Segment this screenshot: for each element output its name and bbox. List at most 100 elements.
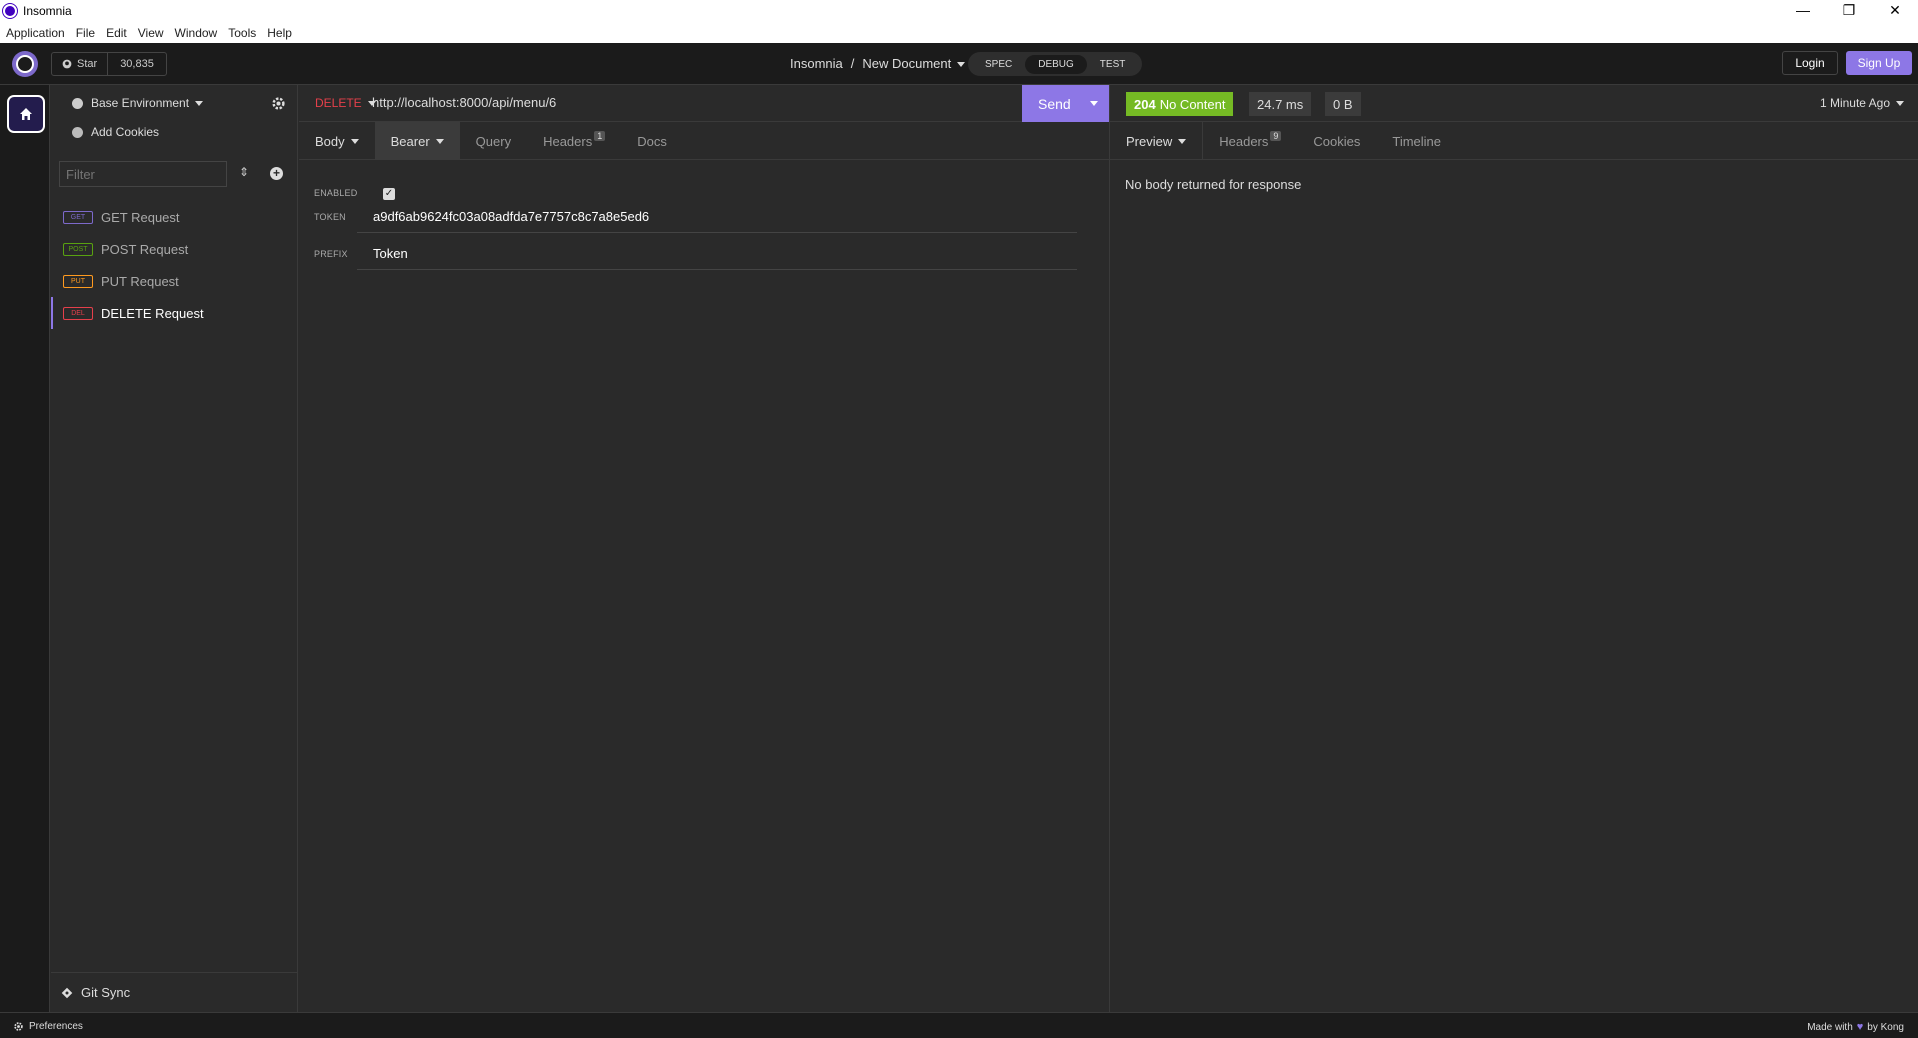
mode-spec[interactable]: SPEC — [972, 59, 1025, 70]
request-name: DELETE Request — [101, 305, 204, 321]
heart-icon: ♥ — [1856, 1021, 1864, 1033]
gear-icon[interactable] — [272, 97, 285, 110]
maximize-button[interactable]: ❐ — [1826, 0, 1872, 22]
status-text: No Content — [1159, 96, 1226, 112]
document-dropdown[interactable]: New Document — [862, 56, 966, 71]
breadcrumb-root[interactable]: Insomnia — [790, 56, 843, 71]
list-item[interactable]: DEL DELETE Request — [51, 297, 297, 329]
tab-preview-label: Preview — [1126, 133, 1173, 149]
tab-timeline-label: Timeline — [1392, 133, 1442, 149]
menu-application[interactable]: Application — [6, 26, 65, 40]
chevron-down-icon — [1178, 138, 1187, 144]
prefix-row: PREFIX Token — [314, 243, 1094, 280]
tab-timeline[interactable]: Timeline — [1376, 122, 1457, 160]
enabled-label: ENABLED — [314, 188, 358, 198]
enabled-checkbox[interactable]: ✓ — [383, 188, 395, 200]
filter-input[interactable] — [59, 161, 227, 187]
environment-name: Base Environment — [91, 96, 190, 110]
mode-debug[interactable]: DEBUG — [1025, 54, 1087, 74]
home-button[interactable] — [7, 95, 45, 133]
send-options-icon[interactable] — [1090, 101, 1098, 106]
tab-response-headers[interactable]: Headers 9 — [1203, 122, 1297, 160]
sidebar: Base Environment Add Cookies ⇕ + GET GET… — [51, 85, 298, 1012]
token-row: TOKEN a9df6ab9624fc03a08adfda7e7757c8c7a… — [314, 206, 1094, 243]
made-with-credit[interactable]: Made with ♥ by Kong — [1807, 1021, 1904, 1033]
send-button[interactable]: Send — [1022, 85, 1109, 122]
chevron-down-icon — [957, 62, 966, 68]
method-badge: GET — [63, 210, 93, 224]
tab-preview[interactable]: Preview — [1110, 122, 1204, 160]
list-item[interactable]: POST POST Request — [51, 233, 297, 265]
breadcrumb: Insomnia / New Document — [790, 56, 966, 71]
prefix-input[interactable]: Token — [357, 246, 1077, 270]
git-sync-button[interactable]: Git Sync — [51, 972, 297, 1012]
chevron-down-icon — [195, 100, 204, 106]
preferences-button[interactable]: Preferences — [14, 1021, 83, 1032]
tab-body[interactable]: Body — [299, 122, 375, 160]
request-name: PUT Request — [101, 273, 179, 289]
list-item[interactable]: PUT PUT Request — [51, 265, 297, 297]
pane-divider[interactable] — [1109, 85, 1110, 1012]
breadcrumb-separator: / — [850, 56, 855, 71]
add-cookies-button[interactable]: Add Cookies — [72, 125, 159, 139]
add-request-icon[interactable]: + — [270, 167, 283, 180]
github-star-widget[interactable]: Star 30,835 — [51, 52, 167, 76]
tab-auth[interactable]: Bearer — [374, 122, 460, 160]
menu-window[interactable]: Window — [175, 26, 218, 40]
response-ago: 1 Minute Ago — [1819, 96, 1890, 110]
minimize-button[interactable]: — — [1780, 0, 1826, 22]
tab-query[interactable]: Query — [460, 122, 527, 160]
cookie-icon — [72, 126, 83, 138]
git-icon — [61, 987, 73, 998]
gear-icon — [14, 1022, 23, 1031]
status-code: 204 — [1134, 96, 1156, 112]
by-kong-label: by Kong — [1867, 1021, 1904, 1033]
url-input[interactable]: http://localhost:8000/api/menu/6 — [372, 95, 556, 110]
menu-view[interactable]: View — [138, 26, 164, 40]
status-badge: 204 No Content — [1126, 92, 1234, 116]
menu-edit[interactable]: Edit — [106, 26, 127, 40]
tab-docs[interactable]: Docs — [621, 122, 683, 160]
token-input[interactable]: a9df6ab9624fc03a08adfda7e7757c8c7a8e5ed6 — [357, 209, 1077, 233]
sort-icon[interactable]: ⇕ — [239, 165, 249, 179]
tab-body-label: Body — [315, 133, 345, 149]
url-bar: DELETE http://localhost:8000/api/menu/6 … — [299, 85, 1109, 122]
close-button[interactable]: ✕ — [1872, 0, 1918, 22]
menu-help[interactable]: Help — [267, 26, 292, 40]
tab-query-label: Query — [475, 133, 512, 149]
request-tabs: Body Bearer Query Headers 1 Docs — [299, 122, 1109, 160]
tab-docs-label: Docs — [637, 133, 667, 149]
request-list: GET GET Request POST POST Request PUT PU… — [51, 201, 297, 329]
github-star-button[interactable]: Star — [52, 53, 109, 75]
send-label: Send — [1038, 95, 1071, 112]
response-history-dropdown[interactable]: 1 Minute Ago — [1820, 96, 1904, 110]
star-count[interactable]: 30,835 — [108, 53, 166, 75]
home-icon — [20, 108, 32, 120]
response-message: No body returned for response — [1125, 177, 1302, 192]
request-name: POST Request — [101, 241, 189, 257]
chevron-down-icon — [435, 138, 444, 144]
tab-response-headers-label: Headers — [1219, 133, 1269, 149]
method-badge: PUT — [63, 274, 93, 288]
app-header: Star 30,835 Insomnia / New Document SPEC… — [0, 43, 1918, 85]
method-dropdown[interactable]: DELETE — [315, 96, 376, 110]
chevron-down-icon — [350, 138, 359, 144]
response-bar: 204 No Content 24.7 ms 0 B 1 Minute Ago — [1110, 85, 1918, 122]
environment-selector[interactable]: Base Environment — [72, 96, 204, 110]
list-item[interactable]: GET GET Request — [51, 201, 297, 233]
login-button[interactable]: Login — [1782, 51, 1838, 75]
insomnia-app-icon — [3, 4, 17, 18]
token-label: TOKEN — [314, 212, 346, 222]
tab-auth-label: Bearer — [390, 133, 430, 149]
signup-button[interactable]: Sign Up — [1846, 51, 1912, 75]
menu-tools[interactable]: Tools — [228, 26, 256, 40]
add-cookies-label: Add Cookies — [91, 125, 160, 139]
mode-test[interactable]: TEST — [1087, 59, 1139, 70]
tab-cookies-label: Cookies — [1313, 133, 1361, 149]
status-bar: Preferences Made with ♥ by Kong — [0, 1012, 1918, 1038]
menu-file[interactable]: File — [76, 26, 95, 40]
tab-cookies[interactable]: Cookies — [1297, 122, 1376, 160]
insomnia-logo-icon[interactable] — [12, 51, 38, 77]
tab-headers[interactable]: Headers 1 — [527, 122, 621, 160]
response-size-badge: 0 B — [1325, 92, 1361, 116]
